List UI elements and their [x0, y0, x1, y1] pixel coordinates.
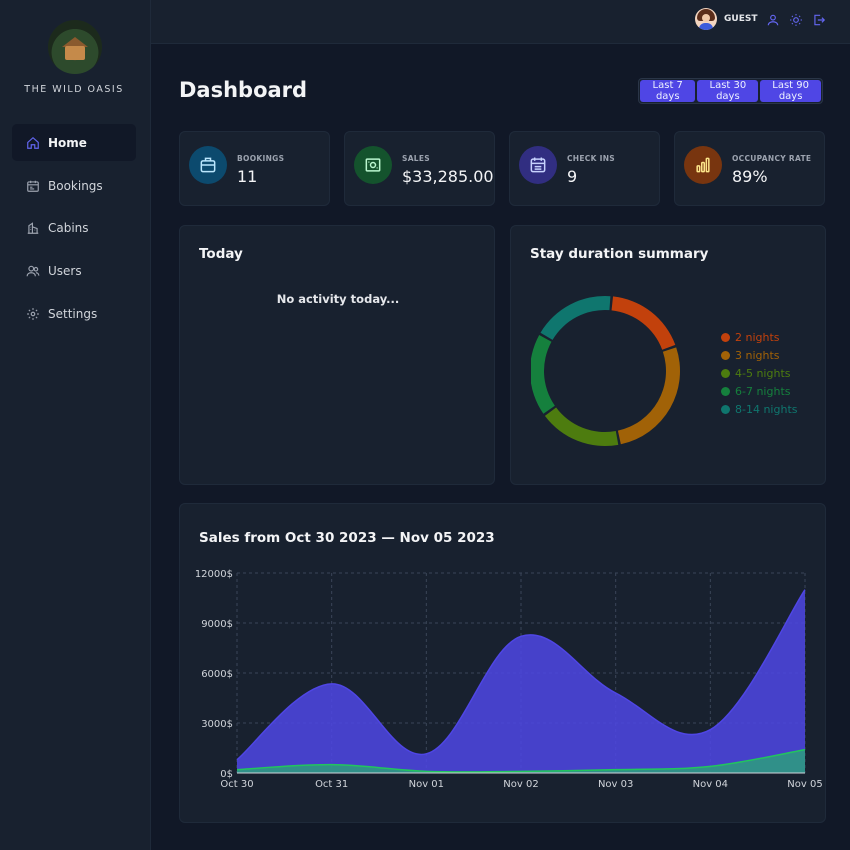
x-tick-label: Nov 01: [409, 779, 444, 790]
stat-label: BOOKINGS: [237, 154, 285, 163]
banknotes-icon: [354, 146, 392, 184]
legend-item: 3 nights: [721, 346, 798, 364]
stat-value: 11: [237, 167, 258, 186]
donut-slice-3[interactable]: [531, 334, 555, 414]
sidebar-item-label: Settings: [48, 306, 98, 321]
stat-value: 9: [567, 167, 578, 186]
sidebar-item-label: Bookings: [48, 178, 103, 193]
logout-icon[interactable]: [812, 12, 826, 26]
stat-label: OCCUPANCY RATE: [732, 154, 812, 163]
calendar-icon: [26, 179, 40, 193]
page-title: Dashboard: [179, 78, 308, 102]
sidebar: THE WILD OASIS Home Bookings Cabins User…: [0, 0, 151, 850]
legend-dot: [721, 368, 730, 378]
sales-panel: Sales from Oct 30 2023 — Nov 05 2023 0$ 3…: [179, 503, 826, 823]
sidebar-item-label: Home: [48, 135, 87, 150]
user-name: GUEST: [724, 14, 758, 24]
brand-name: THE WILD OASIS: [24, 84, 124, 95]
sidebar-item-bookings[interactable]: Bookings: [12, 167, 136, 204]
stay-duration-donut: [531, 296, 680, 446]
user-icon[interactable]: [766, 12, 780, 26]
no-activity-message: No activity today...: [276, 292, 400, 306]
x-tick-label: Nov 05: [787, 779, 822, 790]
legend-label: 3 nights: [735, 348, 780, 362]
sidebar-item-settings[interactable]: Settings: [12, 295, 136, 332]
x-tick-label: Nov 03: [598, 779, 633, 790]
filter-last-7-days-button[interactable]: Last 7 days: [640, 80, 696, 102]
sidebar-item-label: Users: [48, 263, 82, 278]
donut-slice-1[interactable]: [617, 347, 680, 445]
bar-chart-icon: [684, 146, 722, 184]
x-tick-label: Nov 02: [503, 779, 538, 790]
legend-item: 2 nights: [721, 328, 798, 346]
x-tick-label: Oct 30: [220, 779, 253, 790]
gear-icon: [26, 307, 40, 321]
users-icon: [26, 264, 40, 278]
donut-legend: 2 nights 3 nights 4-5 nights 6-7 nights 8-14…: [721, 328, 798, 418]
legend-item: 4-5 nights: [721, 364, 798, 382]
date-filter: Last 7 days Last 30 days Last 90 days: [638, 78, 823, 104]
x-tick-label: Oct 31: [315, 779, 348, 790]
avatar: [695, 8, 717, 30]
sidebar-item-cabins[interactable]: Cabins: [12, 209, 136, 246]
logo: [48, 20, 102, 74]
donut-slice-2[interactable]: [544, 407, 619, 446]
legend-item: 6-7 nights: [721, 382, 798, 400]
sidebar-item-label: Cabins: [48, 220, 89, 235]
home-icon: [26, 136, 40, 150]
stat-card-check-ins: CHECK INS 9: [509, 131, 660, 206]
y-tick-label: 9000$: [201, 619, 233, 630]
stat-card-bookings: BOOKINGS 11: [179, 131, 330, 206]
stay-duration-title: Stay duration summary: [530, 246, 709, 262]
stat-card-sales: SALES $33,285.00: [344, 131, 495, 206]
legend-label: 6-7 nights: [735, 384, 791, 398]
y-tick-label: 12000$: [195, 569, 233, 580]
y-tick-label: 6000$: [201, 669, 233, 680]
sales-area-chart: 0$3000$6000$9000$12000$Oct 30 Oct 31 Nov 0…: [195, 569, 823, 790]
today-title: Today: [199, 246, 243, 262]
y-tick-label: 3000$: [201, 719, 233, 730]
sidebar-item-users[interactable]: Users: [12, 252, 136, 289]
legend-dot: [721, 350, 730, 360]
legend-label: 4-5 nights: [735, 366, 791, 380]
calendar-days-icon: [519, 146, 557, 184]
stat-card-occupancy-rate: OCCUPANCY RATE 89%: [674, 131, 825, 206]
today-panel: Today No activity today...: [179, 225, 495, 485]
x-tick-label: Nov 04: [693, 779, 728, 790]
sun-icon[interactable]: [789, 12, 803, 26]
sidebar-item-home[interactable]: Home: [12, 124, 136, 161]
filter-last-90-days-button[interactable]: Last 90 days: [760, 80, 822, 102]
legend-label: 2 nights: [735, 330, 780, 344]
stat-label: SALES: [402, 154, 431, 163]
stay-duration-panel: Stay duration summary 2 nights 3 nights 4-…: [510, 225, 826, 485]
legend-dot: [721, 332, 730, 342]
legend-item: 8-14 nights: [721, 400, 798, 418]
filter-last-30-days-button[interactable]: Last 30 days: [697, 80, 759, 102]
donut-slice-0[interactable]: [611, 296, 676, 350]
legend-dot: [721, 404, 730, 414]
donut-slice-4[interactable]: [540, 296, 611, 340]
briefcase-icon: [189, 146, 227, 184]
legend-label: 8-14 nights: [735, 402, 798, 416]
legend-dot: [721, 386, 730, 396]
stat-value: $33,285.00: [402, 167, 494, 186]
stat-label: CHECK INS: [567, 154, 616, 163]
building-icon: [26, 221, 40, 235]
stat-value: 89%: [732, 167, 768, 186]
top-header: GUEST: [151, 0, 850, 44]
